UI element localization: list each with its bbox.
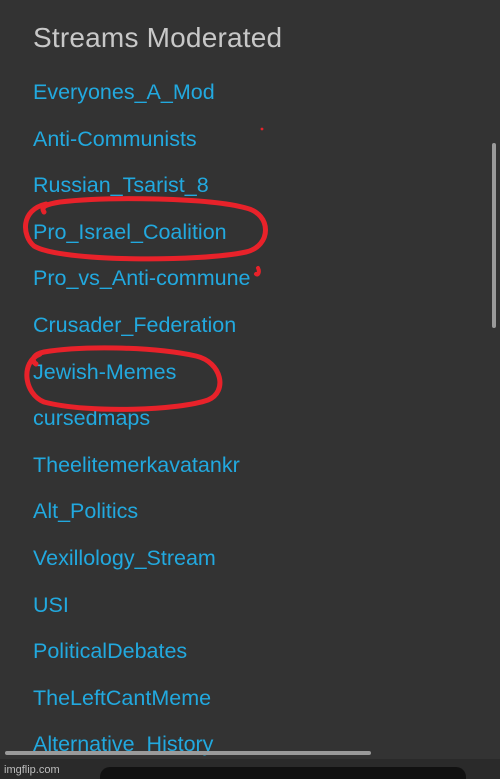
stream-link-vexillology-stream[interactable]: Vexillology_Stream <box>33 543 250 590</box>
list-item: Pro_vs_Anti-commune <box>33 263 250 310</box>
horizontal-scrollbar[interactable] <box>5 751 371 755</box>
list-item: Anti-Communists <box>33 124 250 171</box>
watermark-text: imgflip.com <box>4 764 60 776</box>
list-item: Jewish-Memes <box>33 357 250 404</box>
page-title: Streams Moderated <box>33 22 283 53</box>
list-item: TheLeftCantMeme <box>33 683 250 730</box>
stream-list: Everyones_A_Mod Anti-Communists Russian_… <box>33 77 250 776</box>
stream-link-alt-politics[interactable]: Alt_Politics <box>33 496 250 543</box>
stream-link-cursedmaps[interactable]: cursedmaps <box>33 403 250 450</box>
list-item: Vexillology_Stream <box>33 543 250 590</box>
stream-link-pro-vs-anti-commune[interactable]: Pro_vs_Anti-commune <box>33 263 250 310</box>
list-item: Pro_Israel_Coalition <box>33 217 250 264</box>
list-item: PoliticalDebates <box>33 636 250 683</box>
streams-moderated-screen: Streams Moderated Everyones_A_Mod Anti-C… <box>0 0 500 779</box>
vertical-scrollbar[interactable] <box>492 143 496 328</box>
stream-link-politicaldebates[interactable]: PoliticalDebates <box>33 636 250 683</box>
stream-link-theleftcantmeme[interactable]: TheLeftCantMeme <box>33 683 250 730</box>
bottom-bar <box>100 767 466 779</box>
list-item: Everyones_A_Mod <box>33 77 250 124</box>
list-item: Russian_Tsarist_8 <box>33 170 250 217</box>
stream-link-jewish-memes[interactable]: Jewish-Memes <box>33 357 250 404</box>
list-item: USI <box>33 590 250 637</box>
list-item: Crusader_Federation <box>33 310 250 357</box>
red-mark-small <box>254 266 261 277</box>
stream-link-usi[interactable]: USI <box>33 590 250 637</box>
stream-link-crusader-federation[interactable]: Crusader_Federation <box>33 310 250 357</box>
stream-link-russian-tsarist-8[interactable]: Russian_Tsarist_8 <box>33 170 250 217</box>
red-dot <box>260 127 264 131</box>
stream-link-everyones-a-mod[interactable]: Everyones_A_Mod <box>33 77 250 124</box>
list-item: Alt_Politics <box>33 496 250 543</box>
stream-link-anti-communists[interactable]: Anti-Communists <box>33 124 250 171</box>
list-item: Theelitemerkavatankr <box>33 450 250 497</box>
stream-link-pro-israel-coalition[interactable]: Pro_Israel_Coalition <box>33 217 250 264</box>
list-item: cursedmaps <box>33 403 250 450</box>
stream-link-theelitemerkavatankr[interactable]: Theelitemerkavatankr <box>33 450 250 497</box>
